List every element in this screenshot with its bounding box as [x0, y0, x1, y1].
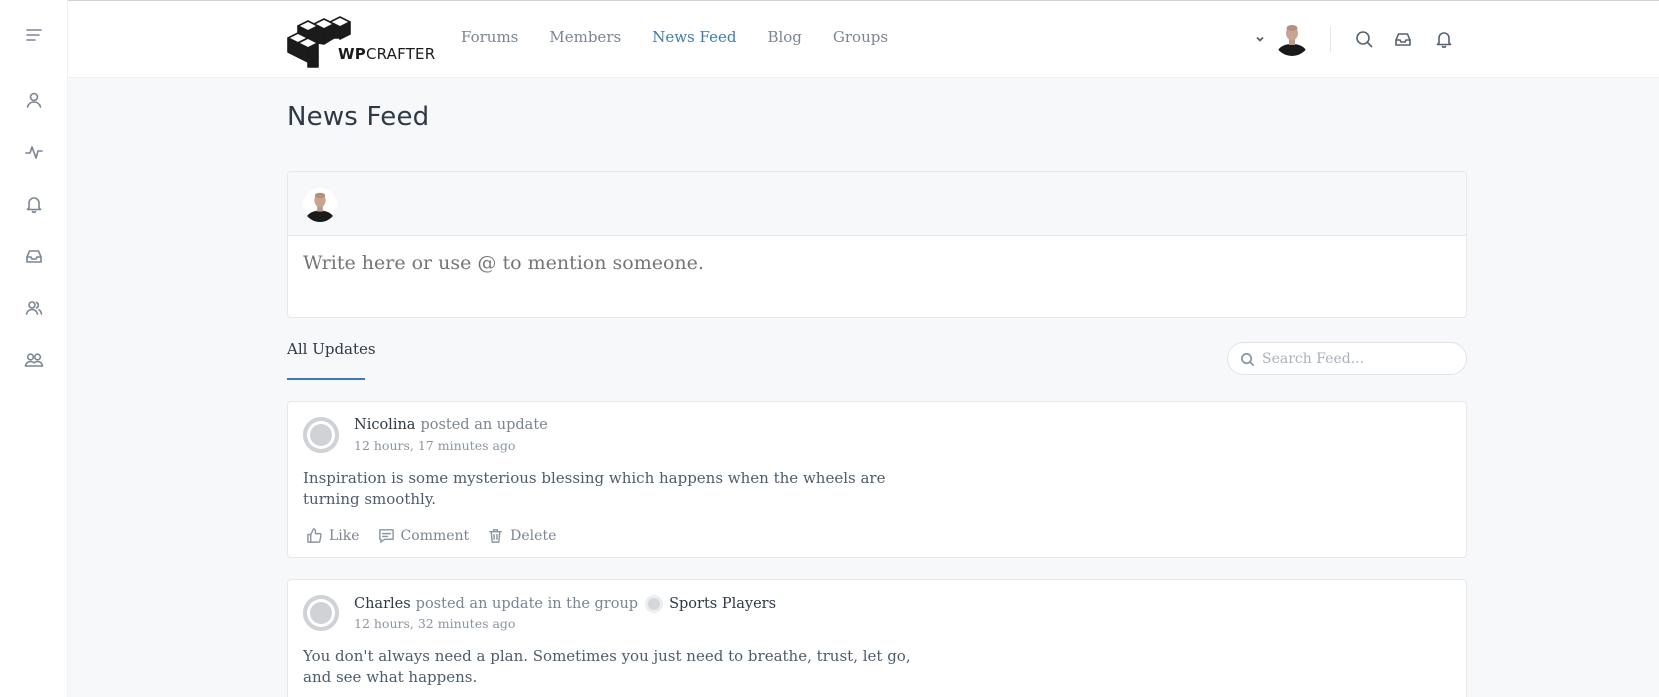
inbox-icon[interactable]	[1392, 28, 1414, 50]
header-divider	[1330, 26, 1331, 52]
post-group-link[interactable]: Sports Players	[669, 596, 776, 612]
post-action-text: posted an update	[420, 417, 548, 433]
feed-search-input[interactable]	[1262, 349, 1457, 369]
post-actions: Like Comment Delete	[306, 527, 556, 544]
post-content: You don't always need a plan. Sometimes …	[303, 647, 911, 686]
main-nav: Forums Members News Feed Blog Groups	[461, 28, 888, 46]
nav-news-feed[interactable]: News Feed	[652, 28, 736, 46]
feed-search	[1227, 342, 1467, 375]
notifications-icon[interactable]	[22, 192, 46, 216]
bell-icon[interactable]	[1433, 28, 1455, 50]
post-timestamp[interactable]: 12 hours, 17 minutes ago	[354, 438, 515, 453]
search-icon	[1241, 353, 1254, 366]
composer-header	[288, 172, 1466, 236]
nav-forums[interactable]: Forums	[461, 28, 518, 46]
search-icon[interactable]	[1353, 28, 1375, 50]
profile-icon[interactable]	[22, 88, 46, 112]
post-author[interactable]: Nicolina	[354, 417, 415, 433]
comment-label: Comment	[400, 527, 470, 544]
thumbs-up-icon	[307, 528, 322, 543]
user-avatar[interactable]	[1274, 20, 1310, 56]
post-header: Nicolina posted an update	[354, 417, 548, 433]
logo-wordmark: WPCRAFTER	[338, 45, 436, 63]
nav-blog[interactable]: Blog	[767, 28, 801, 46]
delete-label: Delete	[510, 527, 557, 544]
groups-icon[interactable]	[22, 348, 46, 372]
nav-groups[interactable]: Groups	[833, 28, 888, 46]
activity-icon[interactable]	[22, 140, 46, 164]
trash-icon	[489, 529, 503, 543]
tab-active-indicator	[287, 378, 365, 380]
chevron-down-icon[interactable]	[1254, 30, 1266, 42]
members-icon[interactable]	[22, 296, 46, 320]
post-author[interactable]: Charles	[354, 596, 411, 612]
avatar[interactable]	[303, 595, 339, 631]
site-logo[interactable]: WPCRAFTER	[286, 12, 436, 68]
avatar[interactable]	[303, 417, 339, 453]
post-content: Inspiration is some mysterious blessing …	[303, 469, 886, 508]
post-header: Charles posted an update in the group Sp…	[354, 595, 776, 613]
top-header: WPCRAFTER Forums Members News Feed Blog …	[68, 0, 1659, 78]
like-button[interactable]: Like	[306, 527, 360, 544]
composer-avatar	[303, 188, 337, 222]
comment-icon	[378, 529, 394, 543]
nav-members[interactable]: Members	[549, 28, 621, 46]
left-sidebar	[0, 0, 68, 697]
delete-button[interactable]: Delete	[487, 527, 556, 544]
page-title: News Feed	[287, 102, 430, 132]
post-action-text: posted an update in the group	[415, 596, 639, 612]
post-composer	[287, 171, 1467, 318]
inbox-icon[interactable]	[22, 244, 46, 268]
activity-post: Nicolina posted an update 12 hours, 17 m…	[287, 401, 1467, 558]
comment-button[interactable]: Comment	[378, 527, 470, 544]
like-label: Like	[329, 527, 360, 544]
group-avatar-icon[interactable]	[645, 595, 664, 613]
menu-icon[interactable]	[22, 23, 46, 47]
tab-all-updates[interactable]: All Updates	[287, 340, 376, 358]
post-timestamp[interactable]: 12 hours, 32 minutes ago	[354, 616, 515, 631]
composer-input[interactable]	[303, 252, 1443, 274]
activity-post: Charles posted an update in the group Sp…	[287, 579, 1467, 697]
